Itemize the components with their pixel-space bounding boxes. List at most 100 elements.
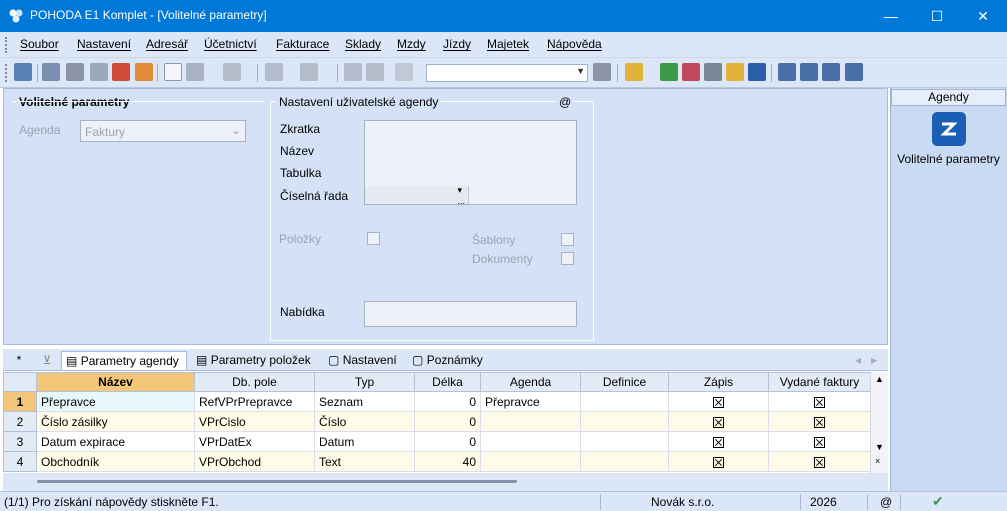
checked-box-icon[interactable]: [814, 436, 825, 448]
cell-delka[interactable]: 0: [414, 411, 481, 432]
vertical-scrollbar[interactable]: ▲ ▼ ×: [870, 372, 888, 473]
back-arrow-icon[interactable]: [265, 63, 283, 81]
menu-fakturace[interactable]: Fakturace: [276, 37, 329, 51]
nabidka-field[interactable]: [364, 301, 577, 327]
column-header[interactable]: Název: [36, 372, 195, 392]
scroll-thumb[interactable]: [37, 480, 517, 483]
ciselna-rada-select[interactable]: ▾...: [365, 185, 469, 206]
row-number[interactable]: 1: [3, 391, 37, 412]
cell-delka[interactable]: 0: [414, 391, 481, 412]
column-header[interactable]: Db. pole: [194, 372, 315, 392]
polozky-checkbox[interactable]: [367, 232, 380, 245]
cell-zapis[interactable]: [668, 391, 769, 412]
menu-nastaveni[interactable]: Nastavení: [77, 37, 131, 51]
email-icon[interactable]: [135, 63, 153, 81]
volitelne-parametry-icon[interactable]: [932, 112, 966, 146]
cell-definice[interactable]: [580, 411, 669, 432]
list-icon[interactable]: [800, 63, 818, 81]
checked-box-icon[interactable]: [814, 396, 825, 408]
cell-nazev[interactable]: Přepravce: [36, 391, 195, 412]
cell-zapis[interactable]: [668, 431, 769, 452]
asterisk-icon[interactable]: *: [11, 351, 27, 370]
cell-definice[interactable]: [580, 431, 669, 452]
column-header[interactable]: Vydané faktury: [768, 372, 871, 392]
checked-box-icon[interactable]: [713, 436, 724, 448]
filter-icon[interactable]: [593, 63, 611, 81]
window-icon[interactable]: [778, 63, 796, 81]
cell-typ[interactable]: Text: [314, 451, 415, 472]
help-icon[interactable]: [845, 63, 863, 81]
checked-box-icon[interactable]: [713, 416, 724, 428]
cell-agenda[interactable]: [480, 451, 581, 472]
preview-icon[interactable]: [90, 63, 108, 81]
edit-icon[interactable]: [186, 63, 204, 81]
cell-vydane[interactable]: [768, 451, 871, 472]
cell-agenda[interactable]: [480, 431, 581, 452]
pdf-icon[interactable]: [112, 63, 130, 81]
menu-mzdy[interactable]: Mzdy: [397, 37, 426, 51]
cell-delka[interactable]: 40: [414, 451, 481, 472]
tab-poznamky[interactable]: ▢ Poznámky: [408, 351, 494, 370]
cell-zapis[interactable]: [668, 451, 769, 472]
copy-icon[interactable]: [42, 63, 60, 81]
cell-typ[interactable]: Číslo: [314, 411, 415, 432]
iban-icon[interactable]: [748, 63, 766, 81]
checked-box-icon[interactable]: [713, 456, 724, 468]
row-number[interactable]: 2: [3, 411, 37, 432]
scroll-right-icon[interactable]: ▸: [871, 351, 877, 370]
sablony-checkbox[interactable]: [561, 233, 574, 246]
folder-icon[interactable]: [625, 63, 643, 81]
settings-icon[interactable]: [300, 63, 318, 81]
cell-pole[interactable]: VPrObchod: [194, 451, 315, 472]
paste-icon[interactable]: [395, 63, 413, 81]
agenda-select[interactable]: Faktury ⌄: [80, 120, 246, 142]
menu-ucetnictvi[interactable]: Účetnictví: [204, 37, 257, 51]
cell-pole[interactable]: RefVPrPrepravce: [194, 391, 315, 412]
column-header[interactable]: Zápis: [668, 372, 769, 392]
cell-nazev[interactable]: Datum expirace: [36, 431, 195, 452]
agenda-item-label[interactable]: Volitelné parametry: [891, 152, 1006, 167]
money-icon[interactable]: [660, 63, 678, 81]
calculator-icon[interactable]: [704, 63, 722, 81]
column-header[interactable]: Délka: [414, 372, 481, 392]
calendar-icon[interactable]: [682, 63, 700, 81]
tab-parametry-polozek[interactable]: ▤ Parametry položek: [192, 351, 320, 370]
cell-definice[interactable]: [580, 451, 669, 472]
checked-box-icon[interactable]: [814, 456, 825, 468]
cell-vydane[interactable]: [768, 431, 871, 452]
cell-nazev[interactable]: Obchodník: [36, 451, 195, 472]
cell-vydane[interactable]: [768, 391, 871, 412]
row-number[interactable]: 3: [3, 431, 37, 452]
cell-delka[interactable]: 0: [414, 431, 481, 452]
menu-napoveda[interactable]: Nápověda: [547, 37, 602, 51]
cell-pole[interactable]: VPrDatEx: [194, 431, 315, 452]
print-icon[interactable]: [66, 63, 84, 81]
cell-agenda[interactable]: Přepravce: [480, 391, 581, 412]
menu-adresar[interactable]: Adresář: [146, 37, 188, 51]
checked-box-icon[interactable]: [713, 396, 724, 408]
cell-definice[interactable]: [580, 391, 669, 412]
horizontal-scrollbar[interactable]: [3, 473, 888, 491]
scroll-down-icon[interactable]: ▼: [875, 442, 884, 452]
checked-box-icon[interactable]: [814, 416, 825, 428]
filter-icon[interactable]: ⊻: [39, 351, 55, 370]
cell-vydane[interactable]: [768, 411, 871, 432]
scroll-left-icon[interactable]: ◂: [855, 351, 861, 370]
row-number[interactable]: 4: [3, 451, 37, 472]
table-row[interactable]: 2 Číslo zásilky VPrCislo Číslo 0: [3, 411, 871, 432]
save-icon[interactable]: [344, 63, 362, 81]
cell-nazev[interactable]: Číslo zásilky: [36, 411, 195, 432]
close-button[interactable]: ✕: [960, 0, 1006, 32]
new-record-icon[interactable]: [164, 63, 182, 81]
cell-typ[interactable]: Datum: [314, 431, 415, 452]
dokumenty-checkbox[interactable]: [561, 252, 574, 265]
table-row[interactable]: 1 Přepravce RefVPrPrepravce Seznam 0 Pře…: [3, 391, 871, 412]
table-row[interactable]: 4 Obchodník VPrObchod Text 40: [3, 451, 871, 472]
table-row[interactable]: 3 Datum expirace VPrDatEx Datum 0: [3, 431, 871, 452]
scroll-bottom-icon[interactable]: ×: [875, 456, 880, 466]
exit-icon[interactable]: [14, 63, 32, 81]
menu-jizdy[interactable]: Jízdy: [443, 37, 471, 51]
tab-parametry-agendy[interactable]: ▤ Parametry agendy: [61, 351, 187, 370]
cell-agenda[interactable]: [480, 411, 581, 432]
cell-typ[interactable]: Seznam: [314, 391, 415, 412]
